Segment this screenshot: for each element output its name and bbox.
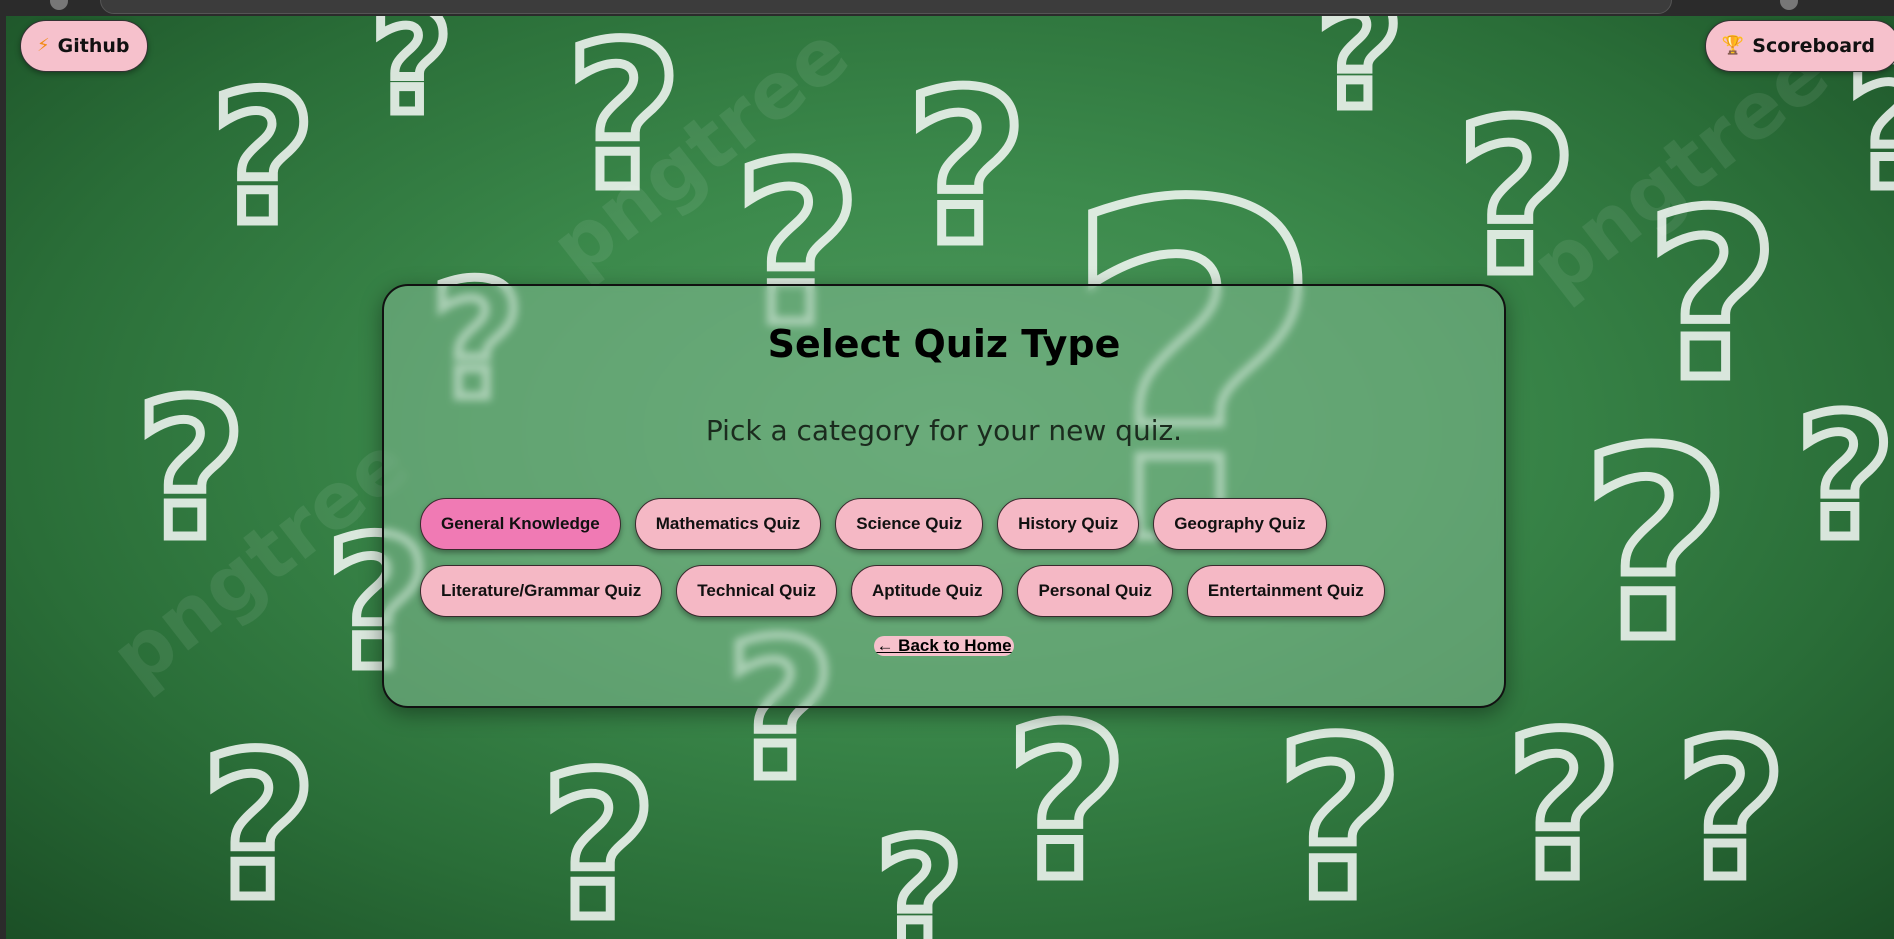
quiz-type-entertainment-button[interactable]: Entertainment Quiz — [1186, 565, 1385, 617]
chalk-question-mark: ? — [876, 808, 963, 939]
scoreboard-button[interactable]: 🏆 Scoreboard — [1704, 20, 1894, 72]
quiz-type-history-button[interactable]: History Quiz — [997, 498, 1140, 550]
chalk-question-mark: ? — [1581, 396, 1732, 698]
browser-toolbar — [0, 0, 1894, 16]
chalk-question-mark: ? — [1506, 691, 1622, 924]
quiz-type-general-knowledge-button[interactable]: General Knowledge — [420, 498, 621, 550]
quiz-type-personal-button[interactable]: Personal Quiz — [1017, 565, 1173, 617]
reload-icon[interactable] — [50, 0, 68, 10]
back-link-container: ← Back to Home — [384, 636, 1504, 656]
chalk-question-mark: ? — [906, 46, 1028, 291]
trophy-icon: 🏆 — [1721, 35, 1745, 56]
github-button[interactable]: ⚡ Github — [20, 20, 149, 72]
quiz-type-literature-grammar-button[interactable]: Literature/Grammar Quiz — [420, 565, 663, 617]
profile-avatar-icon[interactable] — [1780, 0, 1798, 10]
quiz-type-technical-button[interactable]: Technical Quiz — [676, 565, 837, 617]
chalk-question-mark: ? — [1796, 379, 1894, 577]
github-label: Github — [57, 35, 130, 57]
quiz-type-science-button[interactable]: Science Quiz — [835, 498, 984, 550]
scoreboard-label: Scoreboard — [1752, 35, 1875, 57]
quiz-type-mathematics-button[interactable]: Mathematics Quiz — [634, 498, 822, 550]
chalk-question-mark: ? — [211, 55, 315, 264]
chalk-question-mark: ? — [1276, 692, 1404, 939]
lightning-icon: ⚡ — [37, 35, 50, 56]
quiz-type-geography-button[interactable]: Geography Quiz — [1153, 498, 1327, 550]
window-edge — [0, 0, 6, 939]
quiz-type-panel: Select Quiz Type Pick a category for you… — [382, 284, 1506, 708]
chalk-question-mark: ? — [201, 711, 317, 939]
chalk-question-mark: ? — [1006, 681, 1128, 926]
address-bar[interactable] — [100, 0, 1672, 14]
chalk-question-mark: ? — [541, 731, 657, 939]
chalk-question-mark: ? — [1316, 16, 1403, 142]
quiz-type-row: Literature/Grammar Quiz Technical Quiz A… — [420, 565, 1385, 617]
page-title: Select Quiz Type — [767, 322, 1121, 366]
chalk-question-mark: ? — [1676, 700, 1786, 921]
chalk-question-mark: ? — [371, 16, 452, 145]
quiz-type-row: General Knowledge Mathematics Quiz Scien… — [420, 498, 1327, 550]
back-to-home-link[interactable]: ← Back to Home — [874, 636, 1014, 656]
page-subtitle: Pick a category for your new quiz. — [705, 414, 1183, 447]
quiz-type-aptitude-button[interactable]: Aptitude Quiz — [851, 565, 1004, 617]
